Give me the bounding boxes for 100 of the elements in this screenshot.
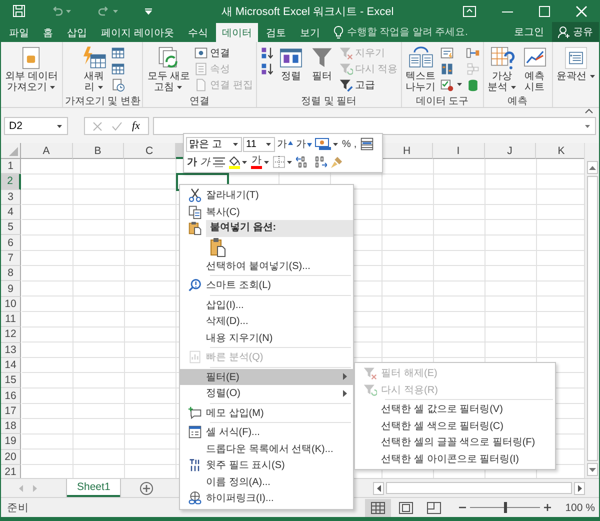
login-link[interactable]: 로그인 [506,23,552,42]
menu-item[interactable]: 셀 서식(F)... [180,424,354,440]
fill-color-button[interactable] [227,154,249,170]
view-button[interactable] [365,498,391,516]
row-header[interactable]: 10 [1,296,21,312]
ribbon-tab[interactable]: 검토 [260,23,292,42]
row-header[interactable]: 13 [1,342,21,358]
format-button[interactable] [358,136,375,152]
font-field[interactable]: 맑은 고 [186,136,242,152]
ribbon-tab[interactable]: 삽입 [61,23,93,42]
menu-item[interactable]: 메모 삽입(M) [180,404,354,421]
menu-item[interactable]: 잘라내기(T) [180,187,354,204]
font-size-field[interactable]: 11 [243,136,275,152]
row-header[interactable]: 9 [1,281,21,297]
ribbon-button[interactable]: 가상 분석 [486,44,519,94]
menu-item[interactable]: 삽입(I)... [180,296,354,313]
column-header[interactable]: C [124,143,176,159]
ribbon-tab[interactable]: 페이지 레이아웃 [95,23,180,42]
horizontal-scrollbar[interactable] [373,481,585,495]
menu-item[interactable]: 윗주 필드 표시(S) [180,457,354,474]
menu-item[interactable]: 이름 정의(A)... [180,474,354,490]
slider-thumb[interactable] [504,502,506,513]
format-button[interactable]: 가 [186,154,198,170]
format-button[interactable]: % [341,136,352,152]
menu-item[interactable]: 스마트 조회(L) [180,277,354,294]
ribbon-tab[interactable]: 홈 [37,23,59,42]
tell-me-field[interactable]: 수행할 작업을 알려 주세요. [346,27,479,38]
row-header[interactable]: 17 [1,404,21,420]
menu-item[interactable]: 선택한 셀 색으로 필터링(C) [355,418,556,434]
ribbon-button[interactable]: 모두 새로 고침 [145,44,192,94]
ribbon-button[interactable] [438,77,464,92]
format-button[interactable] [314,136,340,152]
copy-icon [188,204,202,219]
menu-item[interactable]: 내용 지우기(N) [180,330,354,346]
vertical-scrollbar[interactable] [584,143,599,478]
column-header[interactable]: I [433,143,484,159]
ribbon-tab[interactable]: 파일 [3,23,35,42]
row-header[interactable]: 2 [1,174,21,190]
row-header[interactable]: 4 [1,204,21,220]
ribbon-button[interactable]: 정렬 [276,44,306,94]
menu-item[interactable]: 드롭다운 목록에서 선택(K)... [180,440,354,457]
column-header[interactable]: J [484,143,536,159]
sheet-tab[interactable]: Sheet1 [67,479,120,497]
row-header[interactable]: 21 [1,464,21,478]
row-header[interactable]: 20 [1,450,21,465]
format-button[interactable]: 가 [276,136,294,152]
format-button[interactable]: 가 [199,154,211,170]
menu-item[interactable]: 선택하여 붙여넣기(S)... [180,258,354,274]
ribbon-button[interactable] [110,45,126,60]
ribbon-button[interactable] [110,77,126,92]
menu-item[interactable]: 복사(C) [180,204,354,220]
column-header[interactable]: K [536,143,584,159]
row-header[interactable]: 14 [1,358,21,374]
name-box[interactable]: D2 [4,117,68,135]
row-header[interactable]: 1 [1,159,21,174]
column-header[interactable]: H [382,143,433,159]
new-sheet-button[interactable] [140,482,154,494]
formula-field[interactable] [152,117,596,135]
menu-item[interactable]: 선택한 셀 값으로 필터링(V) [355,401,556,418]
ribbon-button[interactable]: 외부 데이터 가져오기 [3,44,60,94]
ribbon-button[interactable] [110,61,126,76]
row-header[interactable]: 16 [1,388,21,404]
menu-item[interactable]: 하이퍼링크(I)... [180,490,354,506]
row-header[interactable]: 6 [1,235,21,251]
insert-function-button[interactable]: fx [132,120,140,132]
ribbon-button[interactable]: 연결 [193,45,254,60]
ribbon-tab[interactable]: 보기 [294,23,326,42]
zoom-level[interactable]: 100 % [561,502,595,514]
ribbon-button[interactable]: 새쿼 리 [79,44,110,94]
column-header[interactable]: B [72,143,124,159]
row-header[interactable]: 8 [1,266,21,282]
menu-item[interactable]: 삭제(D)... [180,313,354,330]
row-header[interactable]: 18 [1,419,21,434]
format-button[interactable]: 가 [295,136,313,152]
menu-item[interactable]: 선택한 셀 아이콘으로 필터링(I) [355,450,556,467]
row-header[interactable]: 7 [1,250,21,266]
ribbon-tab[interactable]: 수식 [182,23,214,42]
ribbon-button[interactable]: 예측 시트 [520,44,550,94]
row-header[interactable]: 15 [1,373,21,388]
ribbon-button[interactable] [464,45,481,60]
column-header[interactable]: A [21,143,72,159]
ribbon-button[interactable]: 필터 [306,44,337,94]
row-header[interactable]: 19 [1,434,21,450]
paint-bucket-icon [228,156,240,166]
menu-item[interactable]: 선택한 셀의 글꼴 색으로 필터링(F) [355,434,556,450]
comment-icon [188,406,202,420]
row-header[interactable]: 3 [1,190,21,205]
menu-item[interactable]: 정렬(O) [180,385,354,402]
paste-button[interactable] [210,237,226,257]
format-button[interactable]: , [352,136,358,152]
row-header[interactable]: 11 [1,312,21,328]
ribbon-button[interactable]: 윤곽선 [554,44,598,94]
menu-item[interactable]: 필터(E) [180,368,354,385]
row-header[interactable]: 12 [1,327,21,343]
row-header[interactable]: 5 [1,220,21,236]
ribbon-button[interactable]: 고급 [338,77,399,92]
font-color-button[interactable]: 가 [250,154,271,170]
share-button[interactable]: 공유 [552,22,599,42]
ribbon-button[interactable]: 텍스트 나누기 [404,44,438,94]
ribbon-tab[interactable]: 데이터 [216,23,258,42]
